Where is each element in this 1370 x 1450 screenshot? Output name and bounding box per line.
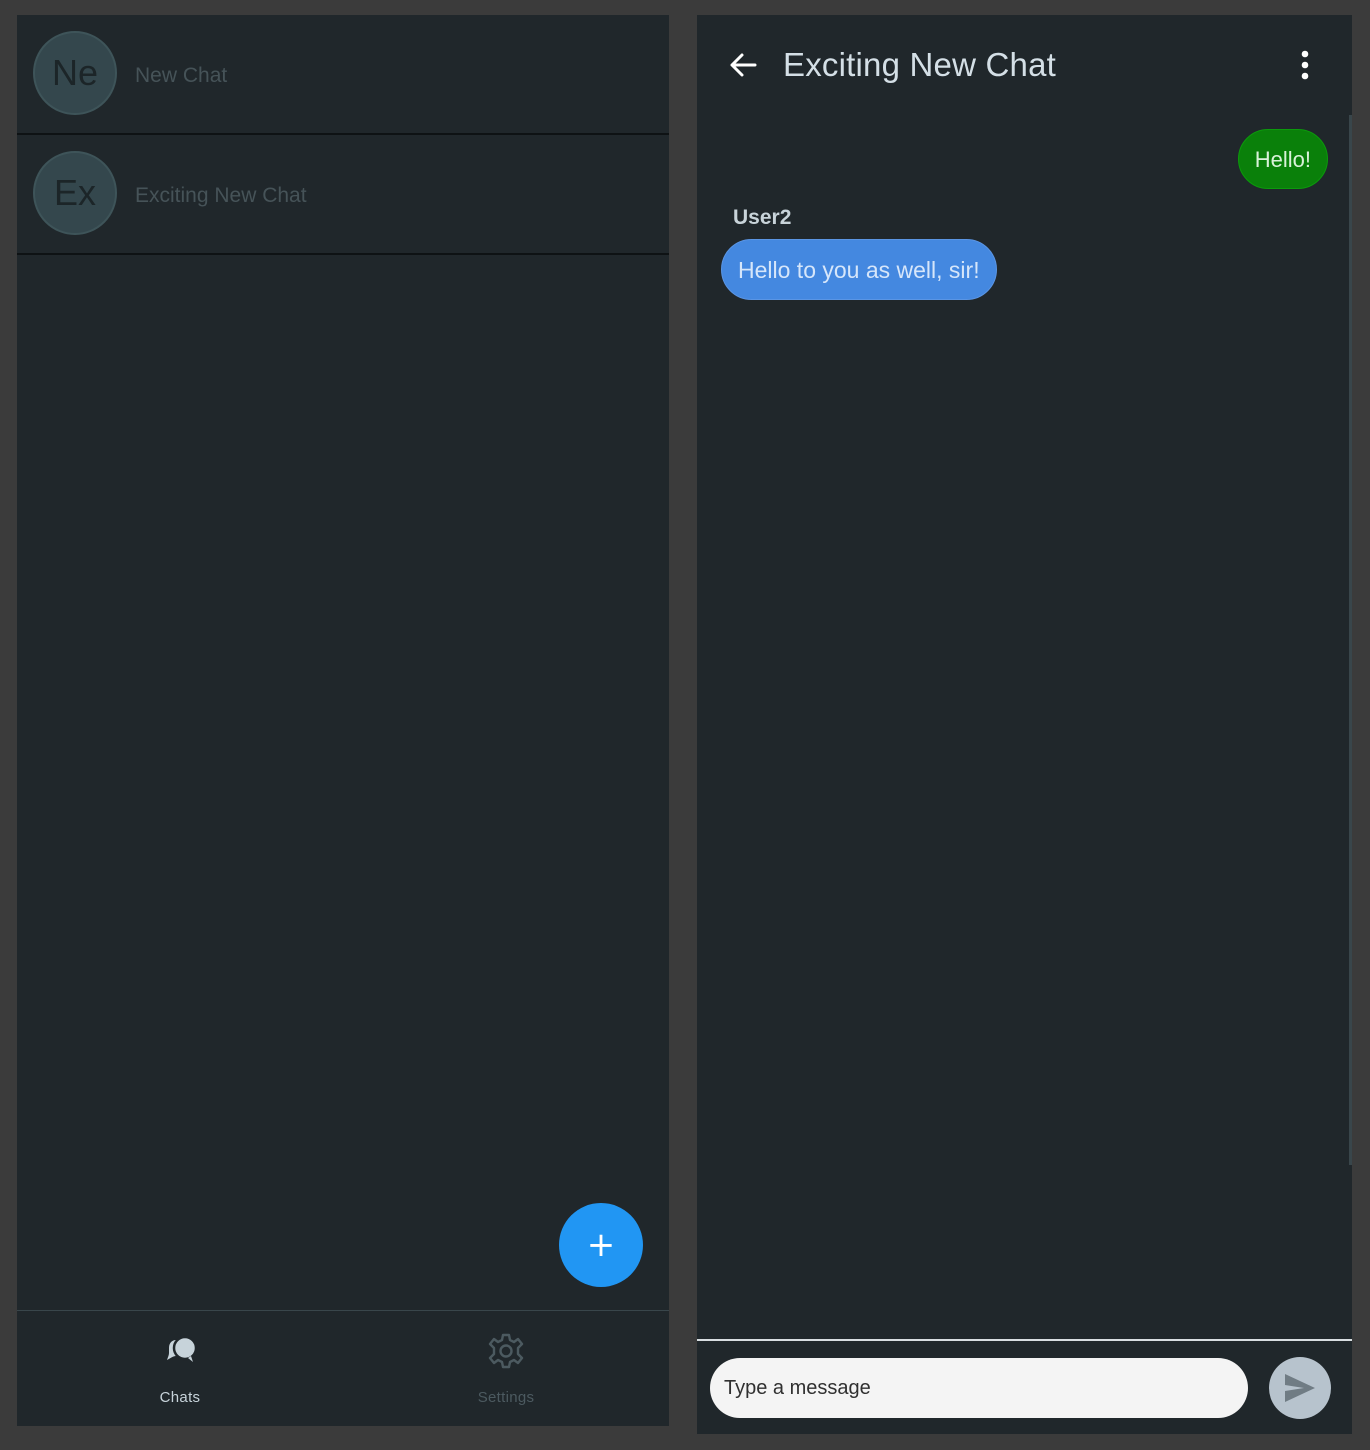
bottom-navigation: Chats Settings bbox=[17, 1310, 669, 1426]
nav-item-settings[interactable]: Settings bbox=[343, 1311, 669, 1426]
chat-bubbles-icon bbox=[167, 1335, 198, 1362]
send-icon bbox=[1285, 1374, 1315, 1402]
conversation-screen: Exciting New Chat Hello! User2 Hello to … bbox=[697, 15, 1352, 1434]
nav-item-chats[interactable]: Chats bbox=[17, 1311, 343, 1426]
app-bar: Exciting New Chat bbox=[697, 15, 1352, 113]
plus-icon: + bbox=[586, 1225, 616, 1265]
chat-list-item[interactable]: Ex Exciting New Chat bbox=[17, 135, 669, 255]
message-input[interactable] bbox=[710, 1358, 1248, 1418]
message-composer bbox=[697, 1339, 1352, 1434]
chat-name: Exciting New Chat bbox=[135, 184, 307, 207]
more-vert-icon[interactable] bbox=[1295, 49, 1315, 81]
avatar: Ne bbox=[33, 31, 117, 115]
gear-icon bbox=[488, 1333, 524, 1369]
back-arrow-icon[interactable] bbox=[727, 49, 759, 81]
nav-label: Chats bbox=[159, 1389, 201, 1406]
nav-label: Settings bbox=[477, 1389, 535, 1406]
scrollbar[interactable] bbox=[1349, 115, 1352, 1165]
avatar: Ex bbox=[33, 151, 117, 235]
chat-name: New Chat bbox=[135, 64, 228, 87]
new-chat-button[interactable]: + bbox=[559, 1203, 643, 1287]
chat-list-item[interactable]: Ne New Chat bbox=[17, 15, 669, 135]
incoming-message-bubble: Hello to you as well, sir! bbox=[721, 239, 997, 300]
outgoing-message-bubble: Hello! bbox=[1237, 129, 1328, 189]
page-title: Exciting New Chat bbox=[783, 46, 1057, 83]
chat-list-screen: Ne New Chat Ex Exciting New Chat + Chats… bbox=[17, 15, 669, 1426]
message-sender-name: User2 bbox=[733, 206, 792, 229]
send-button[interactable] bbox=[1269, 1357, 1331, 1419]
